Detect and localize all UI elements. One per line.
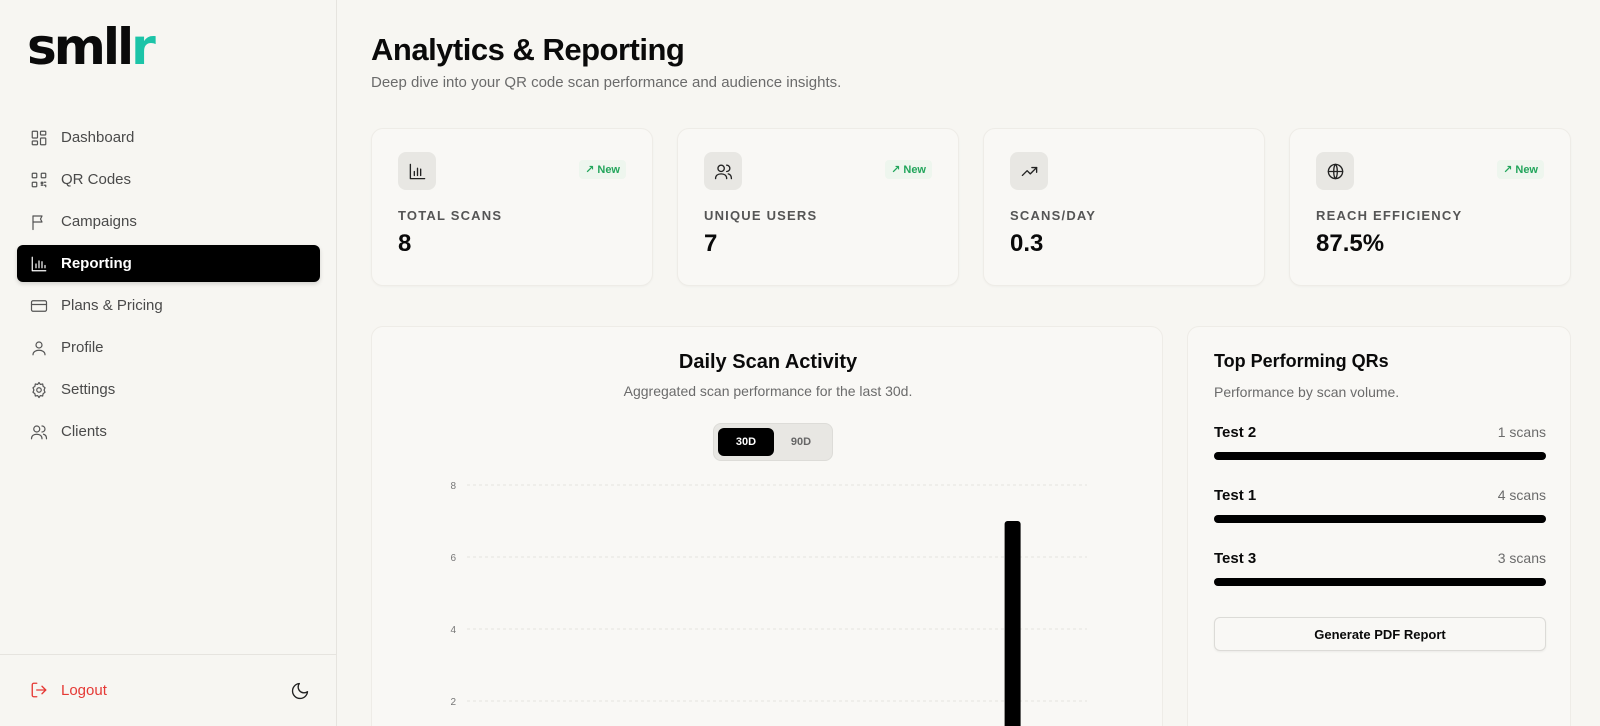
theme-toggle-button[interactable]: [290, 681, 310, 701]
daily-scan-chart: 2 4 6 8: [450, 481, 1087, 726]
daily-scan-chart-card: Daily Scan Activity Aggregated scan perf…: [371, 326, 1163, 726]
sidebar-item-qr-codes[interactable]: QR Codes: [17, 161, 320, 198]
stat-value: 7: [704, 230, 718, 257]
progress-fill: [1214, 578, 1546, 586]
bar-chart-icon: [30, 255, 48, 273]
y-tick-label: 2: [450, 697, 456, 708]
sidebar-item-plans-pricing[interactable]: Plans & Pricing: [17, 287, 320, 324]
qr-scan-count: 1 scans: [1497, 424, 1546, 440]
credit-card-icon: [30, 297, 48, 315]
sidebar-item-label: Campaigns: [61, 213, 137, 230]
stat-label: UNIQUE USERS: [704, 208, 818, 223]
qr-code-icon: [30, 171, 48, 189]
new-badge: ↗ New: [579, 160, 626, 179]
sidebar-item-label: Reporting: [61, 255, 132, 272]
logo-text-dark-2: ll: [102, 18, 134, 76]
qr-scan-count: 3 scans: [1497, 550, 1546, 566]
logout-label: Logout: [61, 681, 107, 699]
sidebar-item-label: QR Codes: [61, 171, 132, 188]
logout-button[interactable]: Logout: [30, 681, 107, 699]
user-icon: [30, 339, 48, 357]
users-icon: [30, 423, 48, 441]
stat-card-total-scans: ↗ New TOTAL SCANS 8: [371, 128, 653, 286]
y-tick-label: 6: [450, 553, 456, 564]
qr-scan-count: 4 scans: [1497, 487, 1546, 503]
logout-icon: [31, 682, 47, 698]
logo-text-dark: sm: [27, 18, 106, 76]
sidebar-item-label: Profile: [61, 339, 104, 356]
flag-icon: [30, 213, 48, 231]
chart-bar[interactable]: [1004, 521, 1021, 726]
trending-up-icon: [1010, 152, 1048, 190]
stat-card-scans-per-day: SCANS/DAY 0.3: [983, 128, 1265, 286]
qr-name: Test 3: [1214, 550, 1257, 567]
sidebar-nav: Dashboard QR Codes Campaigns Reporting P…: [17, 119, 320, 455]
moon-icon: [291, 682, 309, 700]
sidebar-item-settings[interactable]: Settings: [17, 371, 320, 408]
sidebar-item-dashboard[interactable]: Dashboard: [17, 119, 320, 156]
new-badge: ↗ New: [1497, 160, 1544, 179]
badge-text: New: [903, 164, 926, 176]
globe-icon: [1316, 152, 1354, 190]
sidebar-item-label: Dashboard: [61, 129, 135, 146]
main-content: Analytics & Reporting Deep dive into you…: [337, 0, 1600, 726]
qr-name: Test 1: [1214, 487, 1257, 504]
bar-chart-icon: [398, 152, 436, 190]
sidebar-item-profile[interactable]: Profile: [17, 329, 320, 366]
sidebar-item-label: Clients: [61, 423, 107, 440]
sidebar: smllr Dashboard QR Codes Campaigns Repor…: [0, 0, 337, 726]
app: smllr Dashboard QR Codes Campaigns Repor…: [0, 0, 1600, 726]
brand-logo[interactable]: smllr: [27, 22, 156, 72]
progress-track: [1214, 515, 1546, 523]
sidebar-footer: Logout: [0, 654, 336, 726]
stat-card-reach-efficiency: ↗ New REACH EFFICIENCY 87.5%: [1289, 128, 1571, 286]
progress-track: [1214, 578, 1546, 586]
sidebar-item-campaigns[interactable]: Campaigns: [17, 203, 320, 240]
generate-pdf-report-button[interactable]: Generate PDF Report: [1214, 617, 1546, 651]
sidebar-item-reporting[interactable]: Reporting: [17, 245, 320, 282]
stats-row: ↗ New TOTAL SCANS 8 ↗ New UNIQUE USERS 7…: [371, 128, 1571, 286]
sidebar-item-label: Plans & Pricing: [61, 297, 163, 314]
stat-label: SCANS/DAY: [1010, 208, 1097, 223]
gear-icon: [30, 381, 48, 399]
page-title: Analytics & Reporting: [371, 32, 685, 67]
stat-value: 8: [398, 230, 412, 257]
stat-card-unique-users: ↗ New UNIQUE USERS 7: [677, 128, 959, 286]
dashboard-icon: [30, 129, 48, 147]
stat-label: TOTAL SCANS: [398, 208, 503, 223]
stat-label: REACH EFFICIENCY: [1316, 208, 1463, 223]
progress-fill: [1214, 515, 1546, 523]
stat-value: 87.5%: [1316, 230, 1385, 257]
y-tick-label: 8: [450, 481, 456, 492]
logo-text-accent: r: [131, 18, 156, 76]
sidebar-item-clients[interactable]: Clients: [17, 413, 320, 450]
progress-track: [1214, 452, 1546, 460]
badge-text: New: [597, 164, 620, 176]
top-card-title: Top Performing QRs: [1214, 351, 1389, 371]
top-performing-card: Top Performing QRs Performance by scan v…: [1187, 326, 1571, 726]
badge-text: New: [1515, 164, 1538, 176]
y-tick-label: 4: [450, 625, 456, 636]
top-card-subtitle: Performance by scan volume.: [1214, 384, 1400, 400]
new-badge: ↗ New: [885, 160, 932, 179]
users-icon: [704, 152, 742, 190]
stat-value: 0.3: [1010, 230, 1044, 257]
page-subtitle: Deep dive into your QR code scan perform…: [371, 74, 842, 91]
qr-name: Test 2: [1214, 424, 1257, 441]
sidebar-item-label: Settings: [61, 381, 116, 398]
progress-fill: [1214, 452, 1546, 460]
